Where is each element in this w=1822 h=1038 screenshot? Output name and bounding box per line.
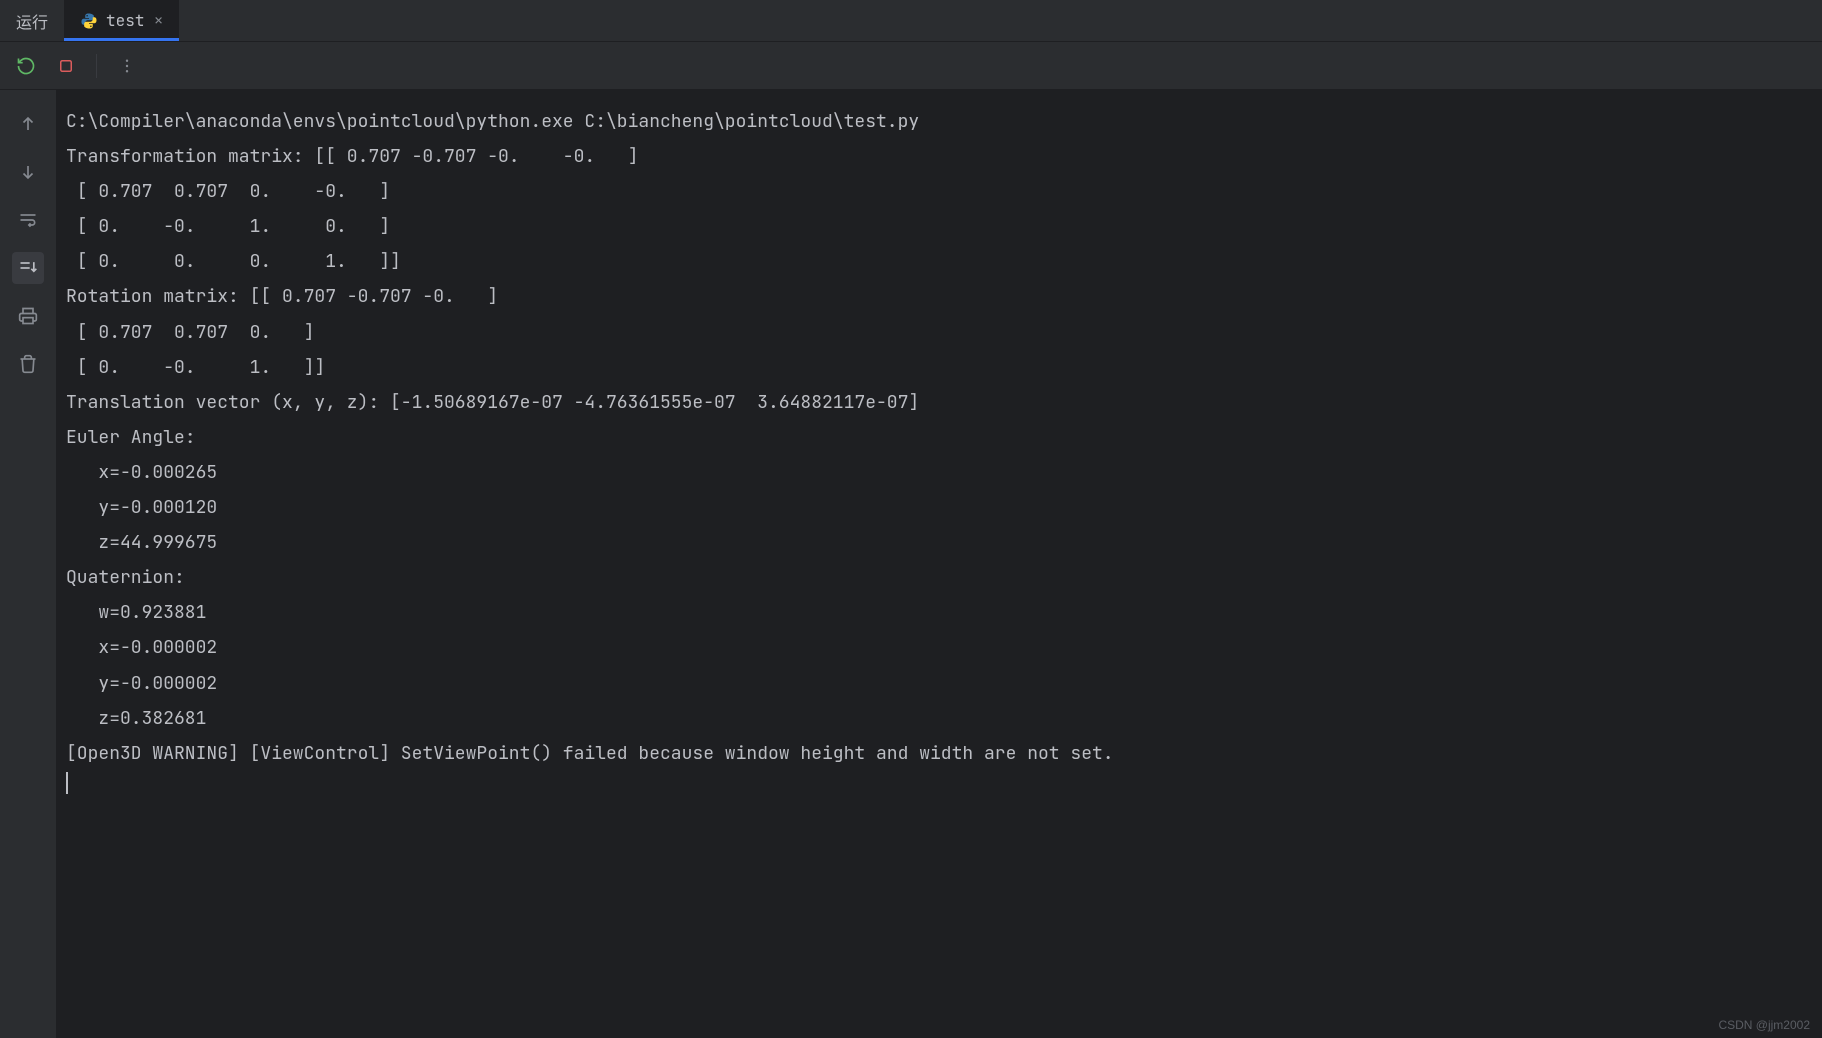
- trash-button[interactable]: [12, 348, 44, 380]
- divider: [96, 54, 97, 78]
- tab-test[interactable]: test ✕: [64, 0, 179, 41]
- toolbar: [0, 42, 1822, 90]
- stop-button[interactable]: [52, 52, 80, 80]
- tab-bar: 运行 test ✕: [0, 0, 1822, 42]
- scroll-to-end-button[interactable]: [12, 252, 44, 284]
- close-icon[interactable]: ✕: [154, 12, 162, 30]
- main-area: C:\Compiler\anaconda\envs\pointcloud\pyt…: [0, 90, 1822, 1038]
- tab-run-label: 运行: [16, 9, 48, 33]
- console-text: C:\Compiler\anaconda\envs\pointcloud\pyt…: [66, 104, 1812, 771]
- soft-wrap-button[interactable]: [12, 204, 44, 236]
- console-output[interactable]: C:\Compiler\anaconda\envs\pointcloud\pyt…: [56, 90, 1822, 1038]
- watermark: CSDN @jjm2002: [1718, 1018, 1810, 1032]
- more-options-button[interactable]: [113, 52, 141, 80]
- arrow-down-button[interactable]: [12, 156, 44, 188]
- tab-run[interactable]: 运行: [0, 0, 64, 41]
- print-button[interactable]: [12, 300, 44, 332]
- rerun-button[interactable]: [12, 52, 40, 80]
- sidebar: [0, 90, 56, 1038]
- cursor: [66, 772, 68, 794]
- python-icon: [80, 12, 98, 30]
- arrow-up-button[interactable]: [12, 108, 44, 140]
- tab-test-label: test: [106, 10, 144, 31]
